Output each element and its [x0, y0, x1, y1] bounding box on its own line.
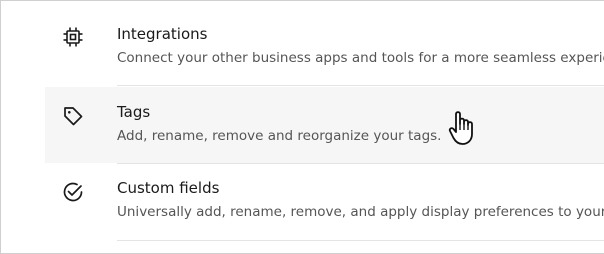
settings-item-description: Universally add, rename, remove, and app…	[117, 204, 604, 220]
settings-item-description: Connect your other business apps and too…	[117, 50, 604, 66]
settings-panel: Integrations Connect your other business…	[0, 0, 604, 254]
settings-item-title: Custom fields	[117, 179, 220, 197]
settings-item-title: Tags	[117, 103, 151, 121]
settings-item-integrations[interactable]: Integrations Connect your other business…	[45, 1, 604, 85]
settings-item-description: Add, rename, remove and reorganize your …	[117, 128, 442, 144]
chip-icon	[61, 25, 85, 49]
hand-pointer-icon	[446, 108, 480, 148]
divider	[117, 240, 604, 241]
settings-item-tags[interactable]: Tags Add, rename, remove and reorganize …	[45, 87, 604, 163]
check-circle-icon	[61, 180, 85, 204]
settings-item-custom-fields[interactable]: Custom fields Universally add, rename, r…	[45, 164, 604, 240]
divider	[117, 85, 604, 86]
tag-icon	[61, 104, 85, 128]
settings-item-title: Integrations	[117, 25, 208, 43]
